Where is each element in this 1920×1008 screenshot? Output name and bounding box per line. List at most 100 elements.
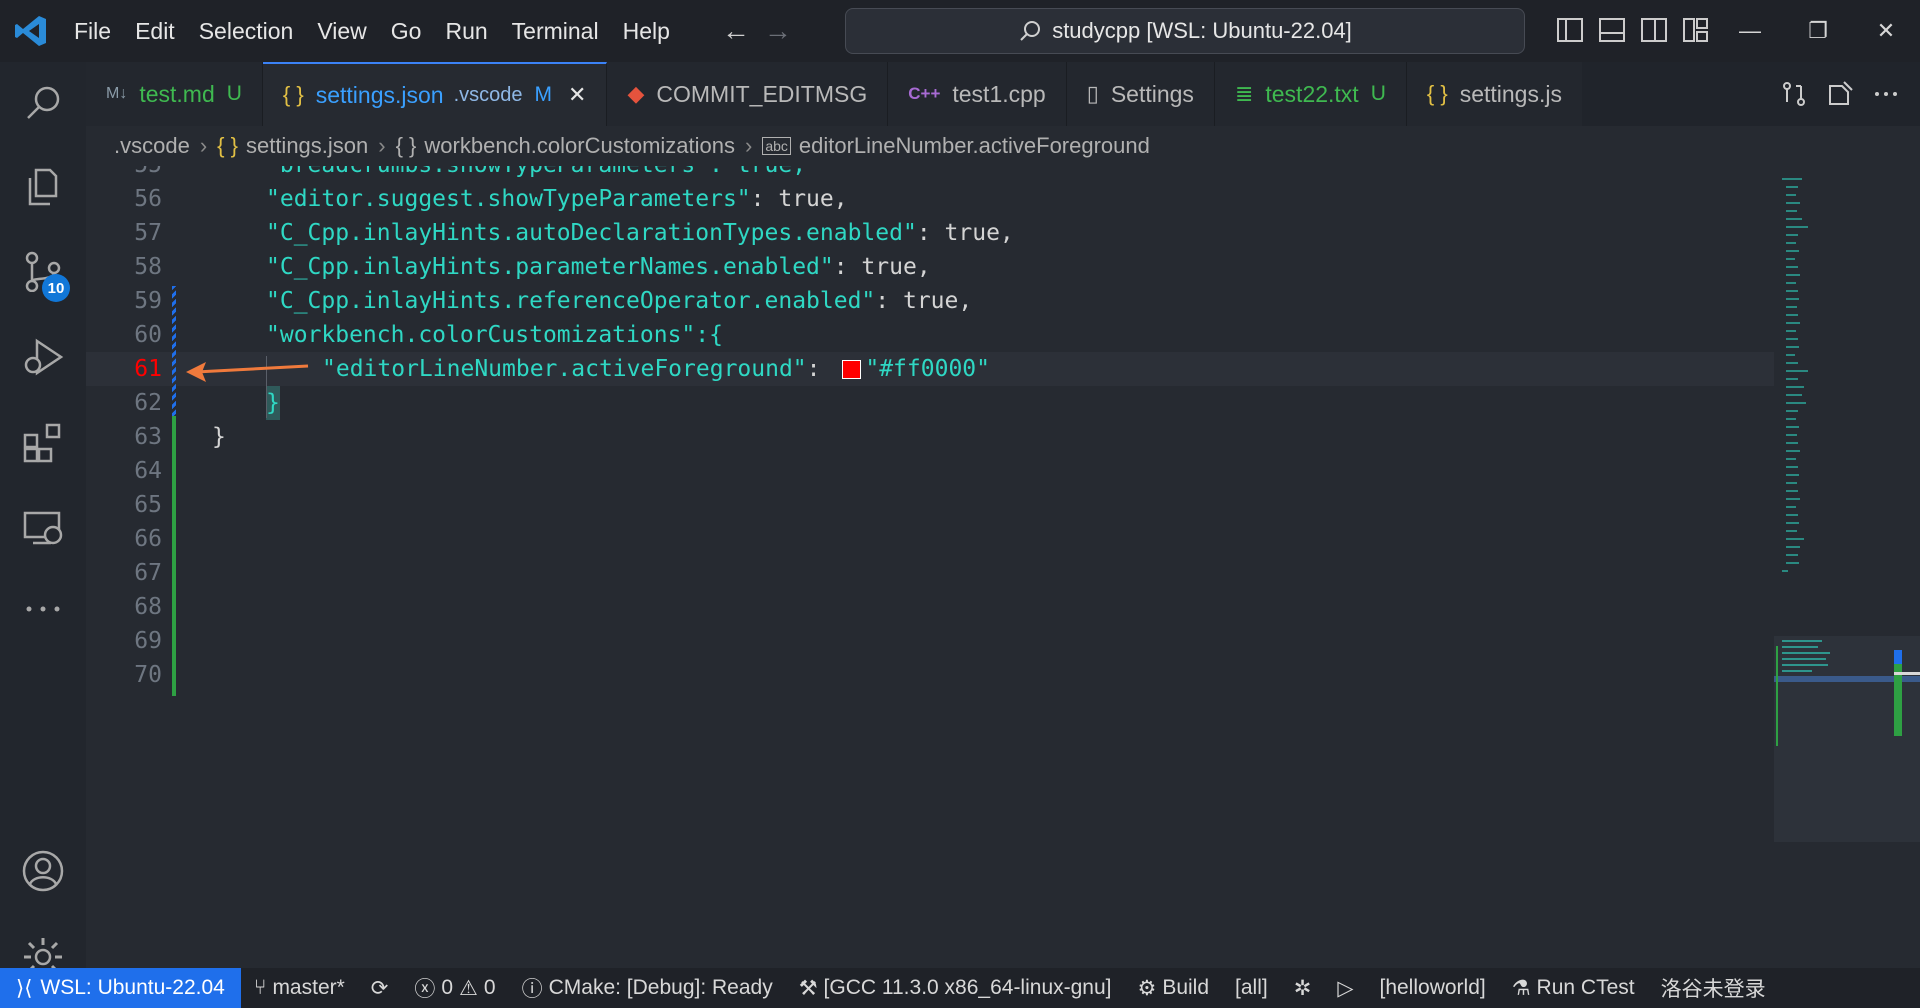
menu-view[interactable]: View xyxy=(305,0,378,62)
cmake-kit[interactable]: ⚒ [GCC 11.3.0 x86_64-linux-gnu] xyxy=(786,976,1125,1001)
line-text: } xyxy=(266,386,280,420)
problems-indicator[interactable]: ⓧ 0 ⚠ 0 xyxy=(401,973,508,1003)
vscode-logo-icon xyxy=(0,0,62,62)
close-window-icon[interactable]: ✕ xyxy=(1852,0,1920,62)
toggle-primary-sidebar-icon[interactable] xyxy=(1556,16,1584,44)
error-count: 0 xyxy=(441,976,454,999)
tab-settings[interactable]: ▯ Settings xyxy=(1066,62,1215,126)
explorer-icon[interactable] xyxy=(0,154,86,220)
more-actions-icon[interactable] xyxy=(1872,80,1900,108)
json-value: :{ xyxy=(695,322,723,348)
run-play-icon[interactable]: ▷ xyxy=(1324,976,1366,1001)
git-icon: ◆ xyxy=(627,81,645,106)
menu-terminal[interactable]: Terminal xyxy=(500,0,611,62)
menu-edit[interactable]: Edit xyxy=(123,0,187,62)
launch-target[interactable]: [helloworld] xyxy=(1366,976,1498,1000)
menu-run[interactable]: Run xyxy=(433,0,499,62)
gear-icon: ⚙ xyxy=(1137,976,1157,1000)
breadcrumb-section[interactable]: workbench.colorCustomizations xyxy=(424,133,735,159)
chevron-right-icon: › xyxy=(199,133,208,158)
build-button[interactable]: ⚙ Build xyxy=(1125,976,1223,1001)
remote-icon: ⟩⟨ xyxy=(16,976,33,1000)
cmake-status[interactable]: ⓘ CMake: [Debug]: Ready xyxy=(509,973,786,1003)
menu-bar: File Edit Selection View Go Run Terminal… xyxy=(62,0,682,62)
command-center-label: studycpp [WSL: Ubuntu-22.04] xyxy=(1052,18,1352,43)
line-number: 58 xyxy=(134,254,162,280)
toggle-secondary-sidebar-icon[interactable] xyxy=(1640,16,1668,44)
luogu-user-status[interactable]: 洛谷未登录 xyxy=(1648,973,1779,1003)
code-line: 57 "C_Cpp.inlayHints.autoDeclarationType… xyxy=(86,216,1774,250)
menu-help[interactable]: Help xyxy=(611,0,682,62)
annotation-arrow-icon xyxy=(186,362,309,382)
json-value: : true, xyxy=(750,186,848,212)
code-line: 59 "C_Cpp.inlayHints.referenceOperator.e… xyxy=(86,284,1774,318)
color-swatch[interactable] xyxy=(842,360,862,379)
forward-arrow-icon[interactable]: → xyxy=(764,15,792,47)
tab-test22-txt[interactable]: ≣ test22.txt U xyxy=(1214,62,1407,126)
accounts-icon[interactable] xyxy=(0,838,86,904)
build-target[interactable]: [all] xyxy=(1222,976,1281,1000)
tab-commit-editmsg[interactable]: ◆ COMMIT_EDITMSG xyxy=(607,62,889,126)
open-settings-ui-icon[interactable] xyxy=(1826,80,1854,108)
menu-go[interactable]: Go xyxy=(379,0,434,62)
gutter-added-indicator[interactable] xyxy=(172,416,176,696)
extensions-icon[interactable] xyxy=(0,410,86,476)
git-branch-icon: ⑂ xyxy=(253,976,267,999)
code-editor[interactable]: 55 "breadcrumbs.showTypeParameters": tru… xyxy=(86,166,1774,968)
tab-label: Settings xyxy=(1110,80,1194,107)
command-center[interactable]: studycpp [WSL: Ubuntu-22.04] xyxy=(845,8,1525,54)
tab-test-md[interactable]: M↓ test.md U xyxy=(86,62,263,126)
run-debug-icon[interactable] xyxy=(0,324,86,390)
file-icon: ▯ xyxy=(1086,81,1099,106)
menu-file[interactable]: File xyxy=(62,0,123,62)
minimap[interactable] xyxy=(1774,166,1920,842)
restore-icon[interactable]: ❐ xyxy=(1784,0,1852,62)
debug-bug-icon[interactable]: ✲ xyxy=(1281,976,1325,1001)
back-arrow-icon[interactable]: ← xyxy=(722,15,750,47)
tab-label: settings.js xyxy=(1459,80,1562,107)
tab-label: COMMIT_EDITMSG xyxy=(656,80,868,107)
tab-settings-json[interactable]: { } settings.json .vscode M ✕ xyxy=(262,62,608,126)
line-number: 67 xyxy=(134,560,162,586)
sync-icon[interactable]: ⟳ xyxy=(358,976,402,1001)
minimize-icon[interactable]: — xyxy=(1716,0,1784,62)
chevron-right-icon: › xyxy=(744,133,753,158)
close-tab-icon[interactable]: ✕ xyxy=(568,82,586,108)
tab-test1-cpp[interactable]: C++ test1.cpp xyxy=(888,62,1067,126)
breadcrumb-leaf[interactable]: editorLineNumber.activeForeground xyxy=(799,133,1150,159)
remote-indicator[interactable]: ⟩⟨ WSL: Ubuntu-22.04 xyxy=(0,968,241,1008)
line-number: 69 xyxy=(134,628,162,654)
breadcrumb-file[interactable]: settings.json xyxy=(246,133,368,159)
search-icon xyxy=(1020,21,1041,41)
ctest-label: Run CTest xyxy=(1536,976,1635,999)
line-number: 63 xyxy=(134,424,162,450)
customize-layout-icon[interactable] xyxy=(1682,16,1710,44)
build-label: Build xyxy=(1162,976,1210,999)
source-control-icon[interactable]: 10 xyxy=(0,238,86,304)
menu-selection[interactable]: Selection xyxy=(187,0,306,62)
code-line: 70 xyxy=(86,658,1774,692)
toggle-panel-icon[interactable] xyxy=(1598,16,1626,44)
run-ctest-button[interactable]: ⚗ Run CTest xyxy=(1499,976,1648,1001)
json-icon: { } xyxy=(282,82,304,107)
tab-settings-js[interactable]: { } settings.js xyxy=(1406,62,1582,126)
cpp-icon: C++ xyxy=(908,84,941,103)
remote-explorer-icon[interactable] xyxy=(0,496,86,562)
tab-label: settings.json xyxy=(315,81,444,108)
tab-label: test22.txt xyxy=(1265,80,1359,107)
code-line: 56 "editor.suggest.showTypeParameters": … xyxy=(86,182,1774,216)
more-icon[interactable] xyxy=(0,576,86,642)
tools-icon: ⚒ xyxy=(798,976,818,1000)
text-file-icon: ≣ xyxy=(1234,81,1254,106)
json-value: : true, xyxy=(875,288,973,314)
json-key: "C_Cpp.inlayHints.referenceOperator.enab… xyxy=(266,288,876,314)
editor-tabs: M↓ test.md U { } settings.json .vscode M… xyxy=(86,62,1920,126)
active-code-line: 61 "editorLineNumber.activeForeground": … xyxy=(86,352,1774,386)
line-number: 70 xyxy=(134,662,162,688)
gutter-modified-indicator[interactable] xyxy=(172,286,176,416)
breadcrumb-folder[interactable]: .vscode xyxy=(114,133,190,159)
code-line: 67 xyxy=(86,556,1774,590)
branch-indicator[interactable]: ⑂ master* xyxy=(241,976,358,1000)
explorer-search-icon[interactable] xyxy=(0,70,86,136)
open-changes-icon[interactable] xyxy=(1780,80,1808,108)
